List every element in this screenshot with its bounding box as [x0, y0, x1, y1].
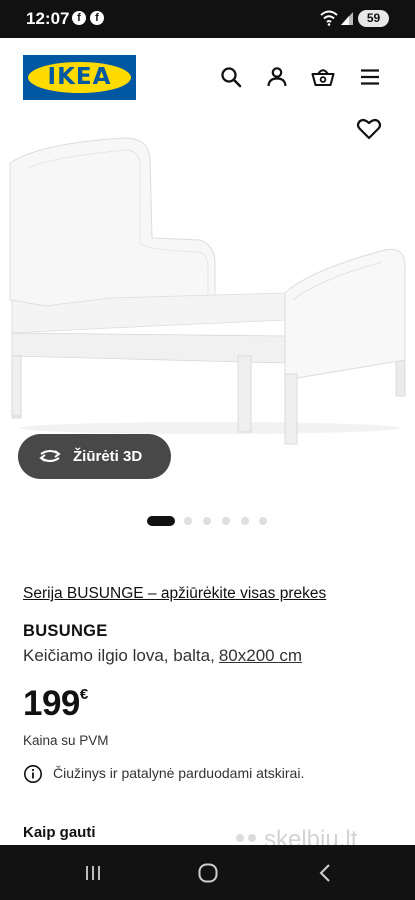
view-3d-button[interactable]: Žiūrėti 3D [18, 434, 171, 479]
carousel-dot[interactable] [241, 517, 249, 525]
view-3d-label: Žiūrėti 3D [73, 448, 143, 465]
navigation-bar [0, 845, 415, 900]
series-link[interactable]: Serija BUSUNGE – apžiūrėkite visas preke… [23, 585, 326, 603]
status-time: 12:07 [26, 9, 70, 28]
carousel-dot[interactable] [203, 517, 211, 525]
info-notice: Čiužinys ir patalynė parduodami atskirai… [23, 763, 393, 785]
site-header: IKEA [0, 38, 415, 118]
facebook-icon: f [72, 11, 86, 25]
price-currency: € [79, 686, 89, 703]
search-icon[interactable] [219, 65, 243, 89]
product-name: BUSUNGE [23, 622, 108, 640]
recent-apps-icon[interactable] [82, 862, 104, 884]
carousel-dot[interactable] [184, 517, 192, 525]
wifi-icon [320, 10, 338, 26]
menu-icon[interactable] [358, 65, 382, 89]
how-to-get-heading: Kaip gauti [23, 824, 96, 841]
logo-text: IKEA [47, 64, 112, 90]
info-notice-text: Čiužinys ir patalynė parduodami atskirai… [53, 765, 305, 781]
ikea-logo[interactable]: IKEA [23, 55, 136, 100]
rotate-3d-icon [39, 450, 61, 462]
carousel-dot[interactable] [222, 517, 230, 525]
product-price: 199€ [23, 684, 88, 724]
size-link[interactable]: 80x200 cm [219, 646, 302, 665]
status-bar: 12:07 f f 59 [0, 0, 415, 38]
vat-note: Kaina su PVM [23, 733, 109, 748]
price-amount: 199 [23, 684, 80, 723]
info-icon [24, 765, 42, 783]
signal-icon [341, 12, 353, 25]
product-description: Keičiamo ilgio lova, balta, 80x200 cm [23, 646, 302, 666]
carousel-dot[interactable] [259, 517, 267, 525]
profile-icon[interactable] [265, 65, 289, 89]
product-description-text: Keičiamo ilgio lova, balta, [23, 646, 215, 665]
battery-indicator: 59 [358, 10, 389, 27]
facebook-icon: f [90, 11, 104, 25]
home-icon[interactable] [197, 862, 219, 884]
basket-icon[interactable] [311, 65, 335, 89]
product-image [9, 137, 406, 445]
carousel-dot[interactable] [147, 516, 175, 526]
back-icon[interactable] [314, 862, 336, 884]
